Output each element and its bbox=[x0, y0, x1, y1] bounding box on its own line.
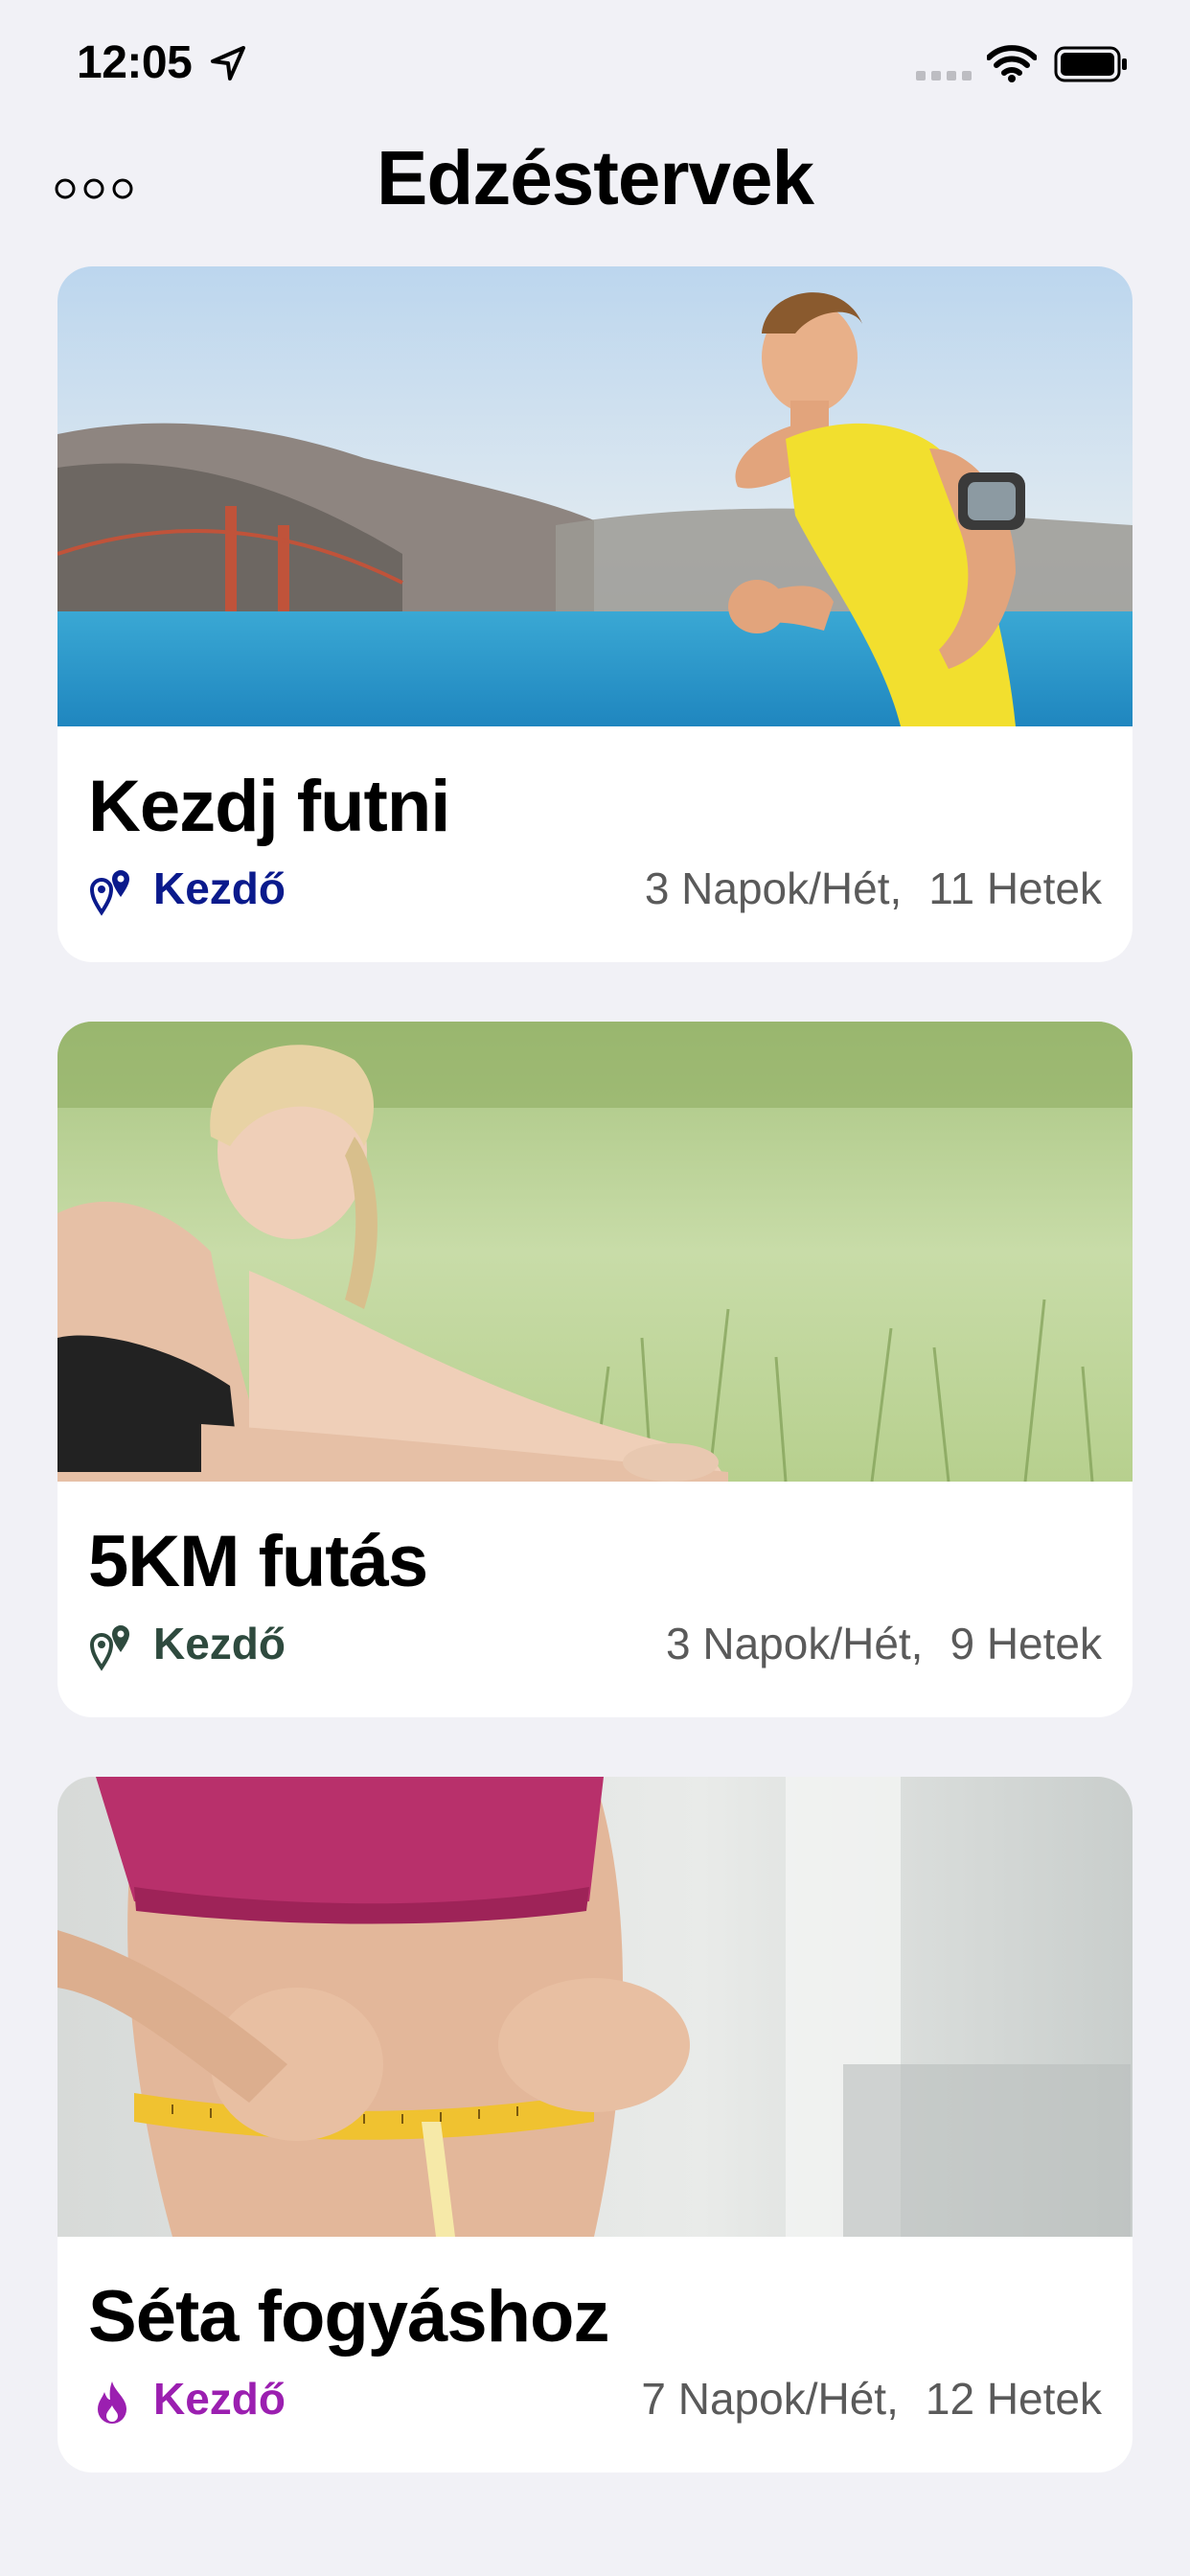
battery-icon bbox=[1054, 46, 1127, 82]
plan-title: Kezdj futni bbox=[88, 766, 450, 847]
plan-title: Séta fogyáshoz bbox=[88, 2276, 609, 2358]
signal-icon bbox=[916, 71, 972, 80]
location-pins-icon bbox=[89, 870, 129, 916]
status-bar: 12:05 bbox=[0, 0, 1190, 134]
plan-card-walk-weight-loss[interactable]: Séta fogyáshoz Kezdő 7 Napok/Hét, 12 Hete… bbox=[57, 1777, 1133, 2472]
plan-schedule: 7 Napok/Hét, 12 Hetek bbox=[641, 2373, 1102, 2425]
plan-days-per-week: 7 Napok/Hét, bbox=[641, 2374, 899, 2424]
plan-days-per-week: 3 Napok/Hét, bbox=[665, 1619, 924, 1668]
plan-card-5km-run[interactable]: 5KM futás Kezdő 3 Napok/Hét, 9 Hetek bbox=[57, 1022, 1133, 1717]
flame-icon bbox=[98, 2381, 126, 2424]
plan-title: 5KM futás bbox=[88, 1521, 428, 1602]
plan-level: Kezdő bbox=[153, 2374, 286, 2424]
plan-card-start-running[interactable]: Kezdj futni Kezdő 3 Napok/Hét, 11 Hetek bbox=[57, 266, 1133, 962]
waist-measure-photo bbox=[57, 1777, 1133, 2237]
page-title: Edzéstervek bbox=[377, 135, 814, 220]
plan-level: Kezdő bbox=[153, 1619, 286, 1668]
plan-days-per-week: 3 Napok/Hét, bbox=[644, 863, 903, 913]
runner-photo bbox=[57, 266, 1133, 726]
stretching-woman-photo bbox=[57, 1022, 1133, 1482]
plan-weeks: 12 Hetek bbox=[925, 2374, 1102, 2424]
plan-weeks: 9 Hetek bbox=[950, 1619, 1102, 1668]
plan-weeks: 11 Hetek bbox=[928, 863, 1102, 913]
wifi-icon bbox=[987, 45, 1037, 82]
plan-schedule: 3 Napok/Hét, 9 Hetek bbox=[666, 1618, 1102, 1669]
plan-schedule: 3 Napok/Hét, 11 Hetek bbox=[645, 862, 1102, 914]
plan-level: Kezdő bbox=[153, 863, 286, 913]
location-arrow-icon bbox=[211, 46, 245, 80]
location-pins-icon bbox=[89, 1625, 129, 1671]
status-time: 12:05 bbox=[77, 37, 193, 88]
